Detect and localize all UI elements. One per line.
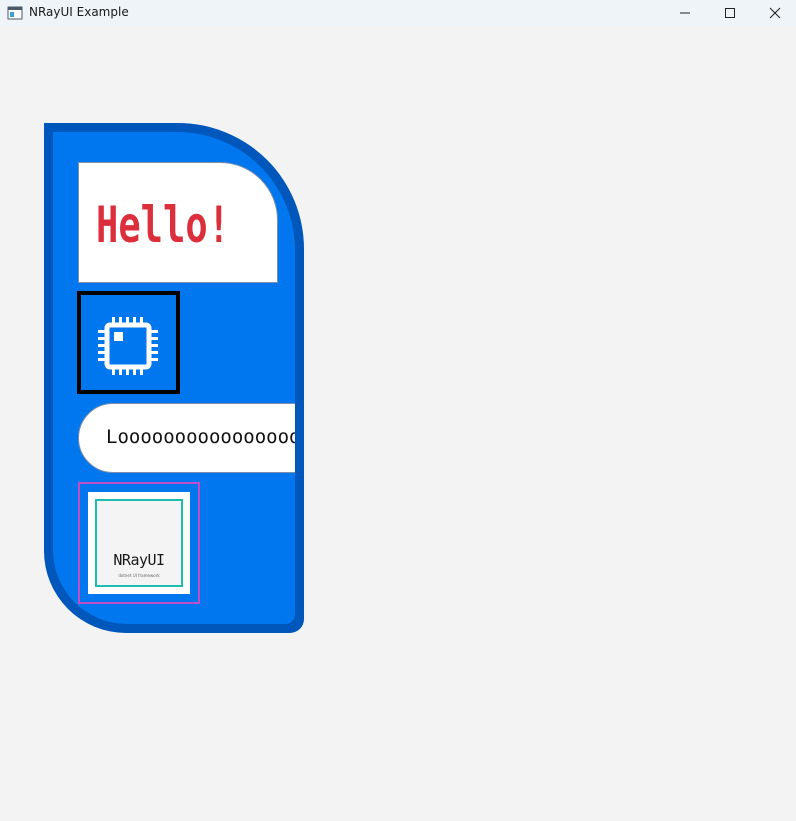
logo-image-frame: NRayUI dotnet UI framework <box>78 482 200 604</box>
chip-icon-button[interactable] <box>77 291 180 394</box>
close-button[interactable] <box>752 0 796 26</box>
minimize-button[interactable] <box>662 0 708 26</box>
long-text-label: Looooooooooooooooo <box>78 403 295 473</box>
logo-border: NRayUI dotnet UI framework <box>95 499 183 587</box>
maximize-icon <box>725 8 735 18</box>
logo-wordmark: NRayUI <box>113 551 165 569</box>
panel: Hello! Looooooooooooooooo NRayUI dotnet … <box>53 132 295 624</box>
title-bar[interactable]: NRayUI Example <box>0 0 796 26</box>
cpu-chip-icon <box>98 317 158 375</box>
logo-tagline: dotnet UI framework <box>118 573 160 578</box>
long-text: Looooooooooooooooo <box>106 426 295 448</box>
svg-text:Hello!: Hello! <box>96 196 230 254</box>
hello-label-box: Hello! <box>78 162 278 283</box>
maximize-button[interactable] <box>707 0 753 26</box>
logo-image: NRayUI dotnet UI framework <box>88 492 190 594</box>
minimize-icon <box>680 12 690 14</box>
panel-border: Hello! Looooooooooooooooo NRayUI dotnet … <box>44 123 304 633</box>
app-icon <box>7 5 23 21</box>
close-icon <box>769 7 781 19</box>
window-title: NRayUI Example <box>29 5 129 19</box>
hello-text: Hello! <box>96 196 230 254</box>
